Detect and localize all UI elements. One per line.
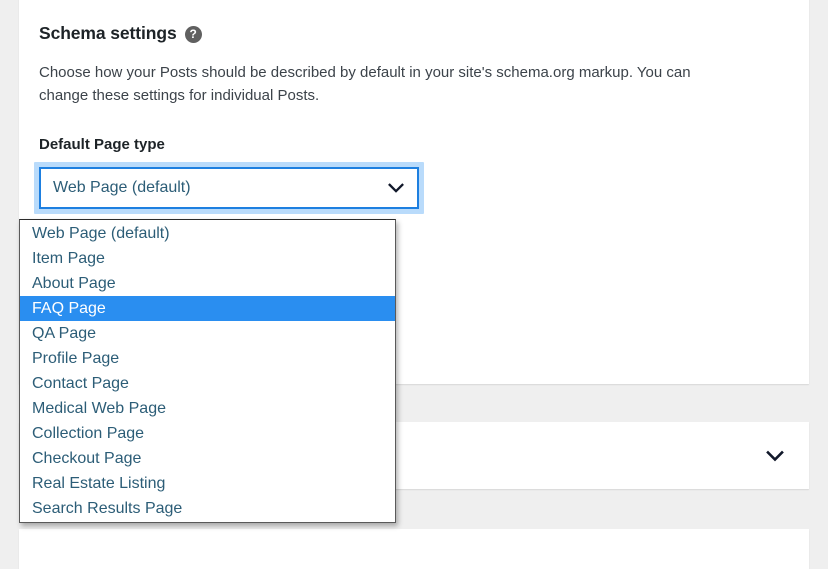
- option-item[interactable]: About Page: [20, 271, 395, 296]
- page-title: Schema settings ?: [39, 0, 789, 44]
- option-item[interactable]: Contact Page: [20, 371, 395, 396]
- option-item[interactable]: Medical Web Page: [20, 396, 395, 421]
- chevron-down-icon[interactable]: [765, 446, 785, 466]
- select-selected-value: Web Page (default): [53, 178, 191, 196]
- default-page-type-select-wrapper: Web Page (default): [34, 161, 424, 214]
- help-icon-glyph: ?: [189, 27, 197, 41]
- help-circle-icon[interactable]: ?: [184, 26, 202, 43]
- option-item[interactable]: Item Page: [20, 246, 395, 271]
- option-item[interactable]: Real Estate Listing: [20, 471, 395, 496]
- schema-settings-description: Choose how your Posts should be describe…: [39, 64, 691, 105]
- option-item[interactable]: Search Results Page: [20, 496, 395, 521]
- chevron-down-icon: [387, 179, 405, 197]
- next-panel-card: [19, 529, 809, 569]
- default-page-type-label: Default Page type: [39, 135, 165, 153]
- option-item[interactable]: Collection Page: [20, 421, 395, 446]
- option-item[interactable]: QA Page: [20, 321, 395, 346]
- option-item[interactable]: Web Page (default): [20, 221, 395, 246]
- option-item[interactable]: Profile Page: [20, 346, 395, 371]
- option-item[interactable]: FAQ Page: [20, 296, 395, 321]
- schema-settings-body: Schema settings ? Choose how your Posts …: [19, 0, 809, 214]
- default-page-type-select[interactable]: Web Page (default): [39, 166, 419, 209]
- section-heading-label: Schema settings: [39, 23, 177, 43]
- option-item[interactable]: Checkout Page: [20, 446, 395, 471]
- default-page-type-option-list[interactable]: Web Page (default) Item Page About Page FAQ…: [19, 219, 396, 523]
